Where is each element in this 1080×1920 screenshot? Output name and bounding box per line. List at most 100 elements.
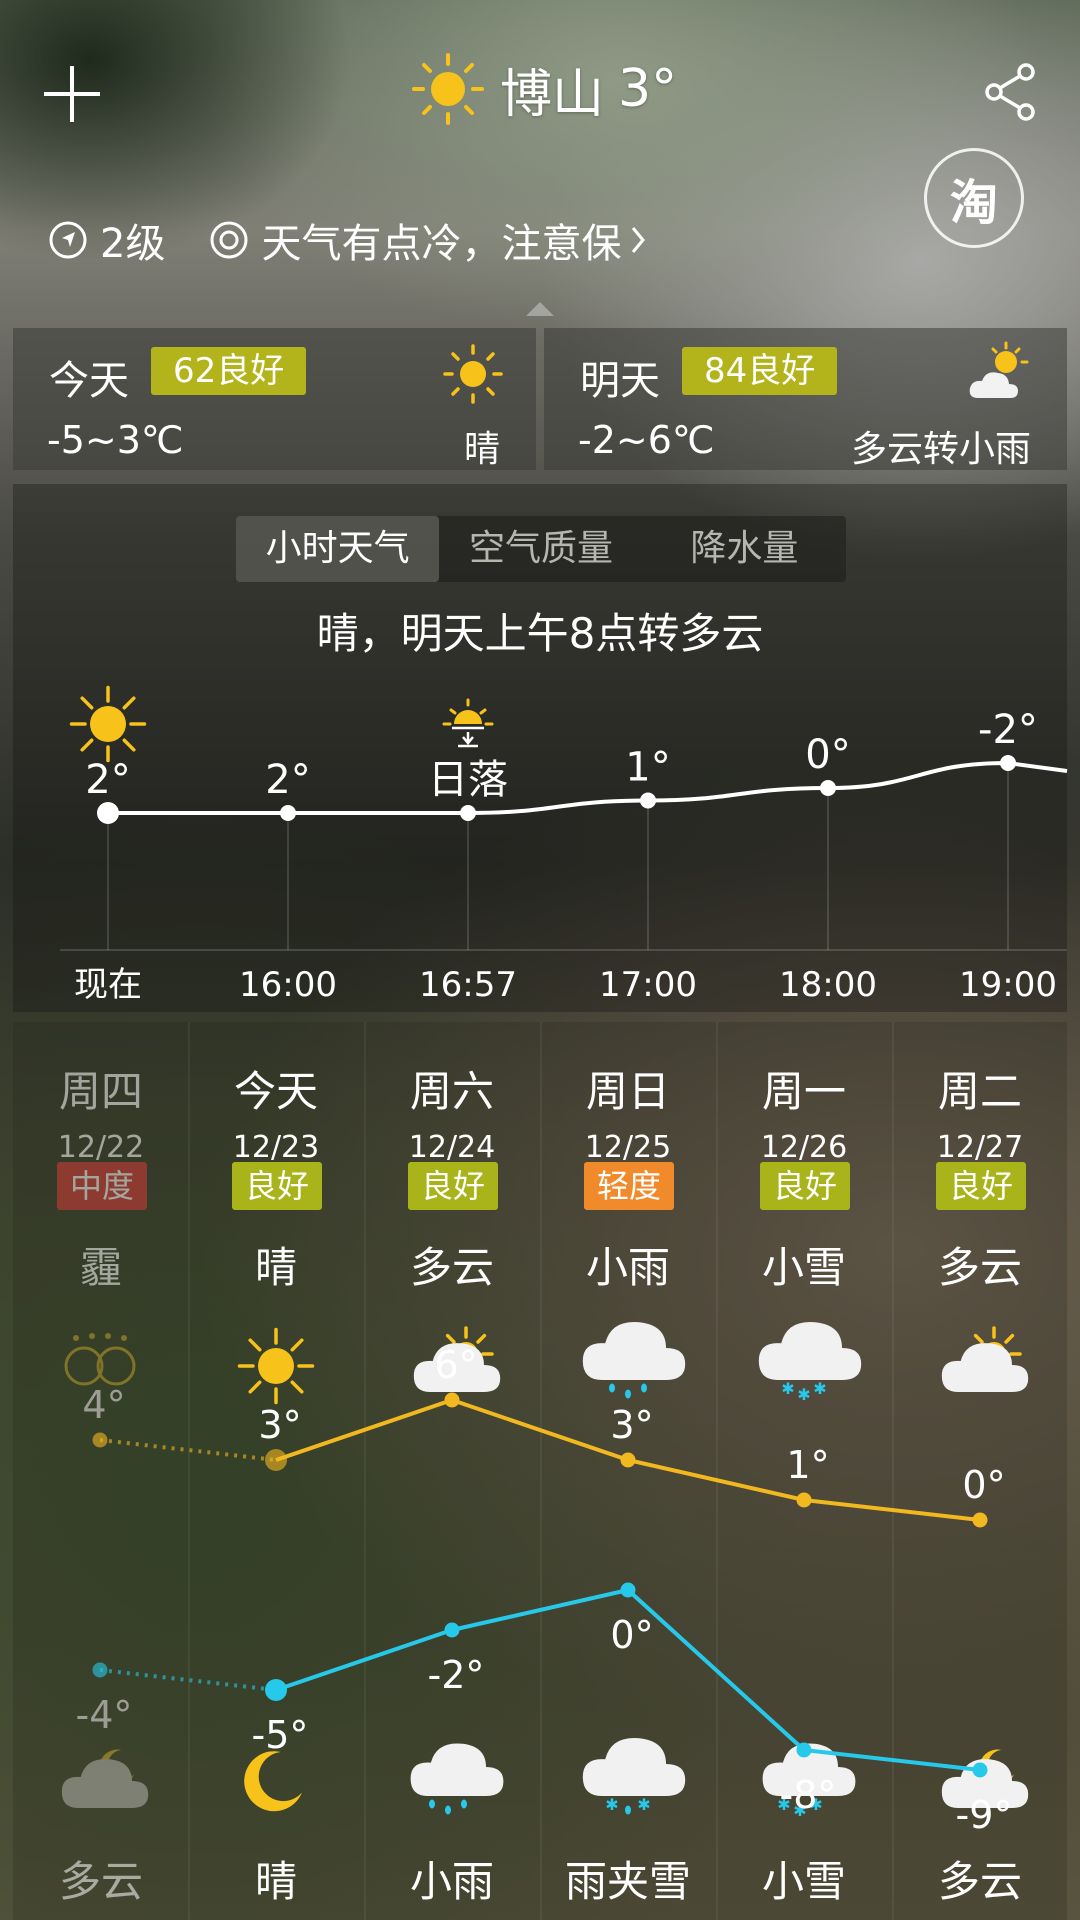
hourly-temp-label: 0° [805, 732, 850, 778]
svg-text:✱: ✱ [605, 1795, 618, 1814]
wind-level: 2级 [100, 221, 166, 267]
rain-cloud-icon [582, 1322, 686, 1399]
hourly-temp-label: -2° [978, 707, 1038, 753]
low-temp-point [620, 1582, 636, 1598]
sun-icon [69, 685, 147, 763]
low-temp-segment [451, 1588, 629, 1632]
sun-icon [443, 344, 503, 404]
taobao-badge[interactable]: 淘 [924, 148, 1024, 248]
hourly-time-label: 19:00 [959, 965, 1057, 1005]
moon-icon [244, 1751, 302, 1812]
svg-text:✱: ✱ [797, 1385, 810, 1404]
high-temp-point [444, 1392, 460, 1408]
low-temp-label: -8° [780, 1773, 837, 1817]
high-temp-point [92, 1432, 108, 1448]
tab-hourly-weather[interactable]: 小时天气 [236, 516, 440, 582]
cloudy-moon-icon [61, 1749, 149, 1808]
add-city-plus-icon[interactable] [44, 66, 100, 122]
high-temp-point [796, 1492, 812, 1508]
hourly-time-label: 18:00 [779, 965, 877, 1005]
hourly-time-label: 16:00 [239, 965, 337, 1005]
hourly-time-label: 现在 [74, 965, 142, 1005]
partly-cloudy-icon [941, 1326, 1029, 1392]
hourly-time-label: 16:57 [419, 965, 517, 1005]
low-temp-label: -5° [252, 1713, 309, 1757]
hourly-chart[interactable]: 2° 现在 2° 16:00 日落 16:57 1° 17:00 0° 18:00 -2° 19:00 [0, 680, 1080, 1020]
high-temp-label: 4° [82, 1383, 125, 1427]
high-temp-segment [99, 1438, 277, 1462]
high-temp-label: 3° [258, 1403, 301, 1447]
weather-tip[interactable]: 天气有点冷，注意保 [261, 211, 621, 269]
low-temp-point [92, 1662, 108, 1678]
hourly-point [97, 802, 119, 824]
high-temp-segment [803, 1498, 981, 1522]
low-temp-point [796, 1742, 812, 1758]
city-name: 博山 [500, 64, 605, 125]
high-temp-segment [275, 1398, 453, 1462]
hourly-point [640, 792, 656, 809]
share-icon[interactable] [982, 62, 1038, 122]
high-temp-point [265, 1449, 287, 1471]
low-temp-label: -9° [956, 1793, 1013, 1837]
info-row: 2级 天气有点冷，注意保 [48, 210, 649, 270]
low-temp-point [444, 1622, 460, 1638]
tab-precipitation[interactable]: 降水量 [643, 516, 846, 582]
hourly-point [820, 780, 836, 796]
today-label: 今天 [49, 358, 129, 404]
tomorrow-label: 明天 [580, 358, 660, 404]
partly-cloudy-icon [969, 341, 1029, 398]
current-temp: 3° [618, 59, 678, 119]
today-card[interactable]: 今天 62良好 -5~3℃ 晴 [13, 328, 536, 470]
tomorrow-card[interactable]: 明天 84良好 -2~6℃ 多云转小雨 [544, 328, 1067, 470]
low-temp-segment [99, 1668, 277, 1692]
high-temp-segment [627, 1458, 805, 1502]
sun-icon [237, 1327, 315, 1405]
haze-icon [64, 1333, 136, 1386]
sleet-cloud-icon: ✱ ✱ [582, 1738, 686, 1815]
tomorrow-condition: 多云转小雨 [850, 429, 1031, 470]
low-temp-segment [626, 1588, 806, 1752]
today-temp-range: -5~3℃ [47, 418, 184, 462]
today-aqi-badge: 62良好 [151, 347, 307, 395]
hourly-point [460, 805, 476, 821]
hourly-temp-label: 1° [625, 745, 670, 791]
hourly-tabs: 小时天气 空气质量 降水量 [236, 516, 846, 582]
low-temp-label: 0° [610, 1613, 653, 1657]
high-temp-segment [451, 1398, 629, 1462]
hourly-summary: 晴，明天上午8点转多云 [316, 609, 764, 658]
high-temp-label: 6° [434, 1343, 477, 1387]
low-temp-label: -4° [76, 1693, 133, 1737]
wind-direction-icon [49, 221, 87, 259]
tomorrow-temp-range: -2~6℃ [578, 418, 715, 462]
high-temp-label: 0° [962, 1463, 1005, 1507]
hourly-time-label: 17:00 [599, 965, 697, 1005]
hourly-point [280, 805, 296, 821]
rain-moon-icon [410, 1743, 504, 1815]
high-temp-point [620, 1452, 636, 1468]
low-temp-point [972, 1762, 988, 1778]
hourly-temp-line [108, 760, 1068, 815]
tomorrow-aqi-badge: 84良好 [682, 347, 838, 395]
svg-text:✱: ✱ [637, 1795, 650, 1814]
tab-air-quality[interactable]: 空气质量 [439, 516, 642, 582]
city-title[interactable]: 博山 3° [410, 44, 677, 134]
low-temp-point [265, 1679, 287, 1701]
hourly-point [1000, 755, 1016, 771]
collapse-arrow-icon[interactable] [524, 300, 556, 318]
hourly-temp-label: 日落 [428, 757, 508, 803]
svg-text:✱: ✱ [813, 1379, 826, 1398]
chevron-right-icon[interactable] [627, 220, 649, 260]
svg-text:✱: ✱ [781, 1379, 794, 1398]
sunset-icon [442, 698, 494, 748]
tip-target-icon [210, 221, 248, 259]
high-temp-label: 3° [610, 1403, 653, 1447]
snow-cloud-icon: ✱ ✱ ✱ [758, 1322, 862, 1404]
high-temp-point [972, 1512, 988, 1528]
high-temp-label: 1° [786, 1443, 829, 1487]
hourly-temp-label: 2° [265, 757, 310, 803]
low-temp-segment [275, 1628, 453, 1692]
hourly-temp-label: 2° [85, 757, 130, 803]
daily-chart: ✱ ✱✱ ✱ ✱✱ ✱ ✱4° 3°6°3°1° 0°-4° -5°-2°0°-8° -9° [61, 1322, 1029, 1837]
today-condition: 晴 [463, 429, 500, 470]
low-temp-label: -2° [428, 1653, 485, 1697]
